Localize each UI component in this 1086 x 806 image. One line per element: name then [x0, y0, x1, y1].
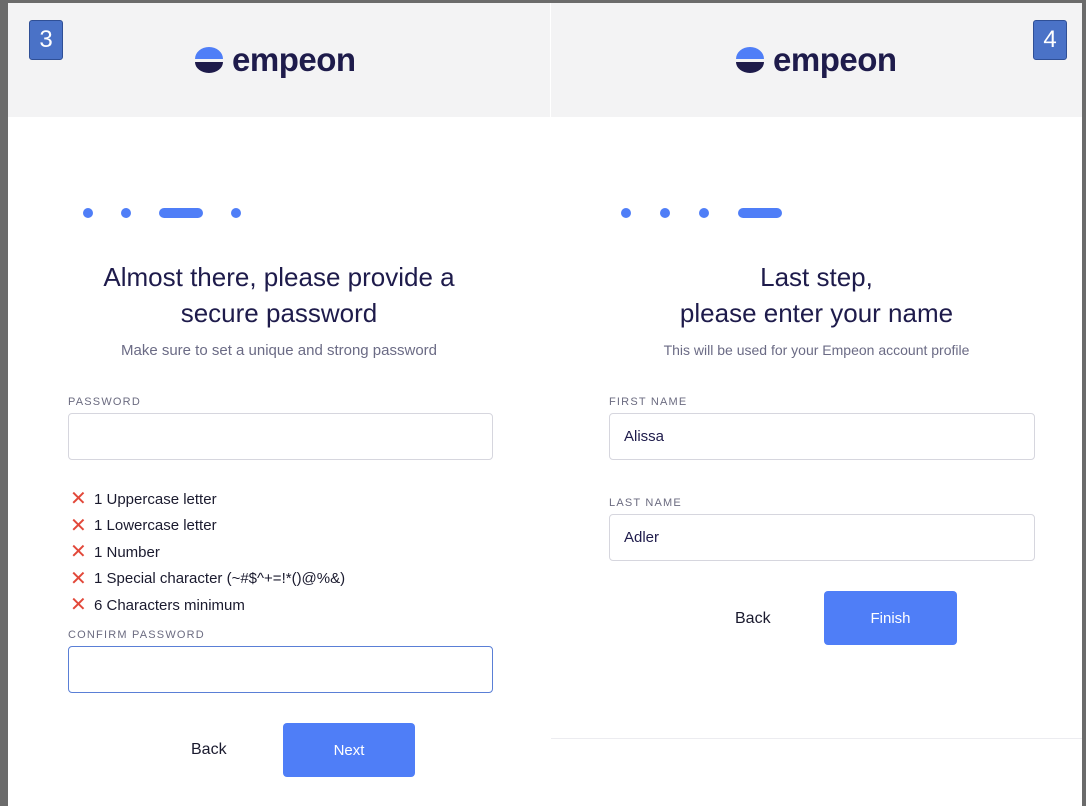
divider — [551, 738, 1082, 739]
back-button[interactable]: Back — [191, 741, 227, 759]
confirm-password-input[interactable] — [68, 646, 493, 693]
title-line: Last step, — [760, 262, 873, 292]
next-button[interactable]: Next — [283, 723, 415, 777]
page-title: Almost there, please provide a secure pa… — [8, 259, 550, 331]
last-name-label: LAST NAME — [609, 497, 682, 509]
password-rule: ✕ 1 Number — [70, 539, 345, 566]
rule-text: 1 Number — [94, 543, 160, 561]
empeon-logo-icon — [736, 47, 764, 73]
empeon-logo-icon — [195, 47, 223, 73]
password-rule: ✕ 1 Special character (~#$^+=!*()@%&) — [70, 566, 345, 593]
frame-border — [0, 0, 8, 806]
page-subtitle: Make sure to set a unique and strong pas… — [120, 342, 438, 359]
name-step-panel: empeon 4 Last step, please enter your na… — [551, 3, 1082, 806]
title-line: Almost there, please provide a — [103, 262, 455, 292]
password-rule: ✕ 1 Lowercase letter — [70, 513, 345, 540]
rule-text: 6 Characters minimum — [94, 596, 245, 614]
progress-dash-active — [738, 208, 782, 218]
password-input[interactable] — [68, 413, 493, 460]
rule-text: 1 Uppercase letter — [94, 490, 217, 508]
password-step-panel: 3 empeon Almost there, please provide a … — [8, 3, 550, 806]
header: 3 empeon — [8, 3, 550, 117]
back-button[interactable]: Back — [735, 610, 771, 628]
progress-dot — [699, 208, 709, 218]
logo: empeon — [733, 41, 897, 78]
page-title: Last step, please enter your name — [551, 259, 1082, 331]
progress-dot — [660, 208, 670, 218]
password-rule: ✕ 1 Uppercase letter — [70, 486, 345, 513]
progress-dot — [121, 208, 131, 218]
rule-text: 1 Lowercase letter — [94, 517, 217, 535]
step-badge: 4 — [1033, 20, 1067, 60]
finish-button[interactable]: Finish — [824, 591, 957, 645]
logo: empeon — [192, 41, 356, 78]
rule-text: 1 Special character (~#$^+=!*()@%&) — [94, 570, 346, 588]
x-icon: ✕ — [70, 541, 87, 564]
first-name-input[interactable] — [609, 413, 1035, 460]
progress-dot — [621, 208, 631, 218]
progress-dash-active — [159, 208, 203, 218]
password-rules-list: ✕ 1 Uppercase letter ✕ 1 Lowercase letter … — [70, 486, 345, 619]
logo-text: empeon — [232, 41, 356, 78]
step-badge: 3 — [29, 20, 63, 60]
title-line: please enter your name — [679, 298, 954, 328]
password-label: PASSWORD — [68, 396, 141, 408]
x-icon: ✕ — [70, 594, 87, 617]
last-name-input[interactable] — [609, 514, 1035, 561]
first-name-label: FIRST NAME — [609, 396, 688, 408]
header: empeon 4 — [551, 3, 1082, 117]
confirm-password-label: CONFIRM PASSWORD — [68, 629, 205, 641]
x-icon: ✕ — [70, 514, 87, 537]
page-subtitle: This will be used for your Empeon accoun… — [663, 342, 970, 358]
title-line: secure password — [180, 298, 378, 328]
progress-dot — [83, 208, 93, 218]
progress-dot — [231, 208, 241, 218]
x-icon: ✕ — [70, 488, 87, 511]
password-rule: ✕ 6 Characters minimum — [70, 592, 345, 619]
frame-border — [1082, 0, 1086, 806]
logo-text: empeon — [773, 41, 897, 78]
x-icon: ✕ — [70, 567, 87, 590]
